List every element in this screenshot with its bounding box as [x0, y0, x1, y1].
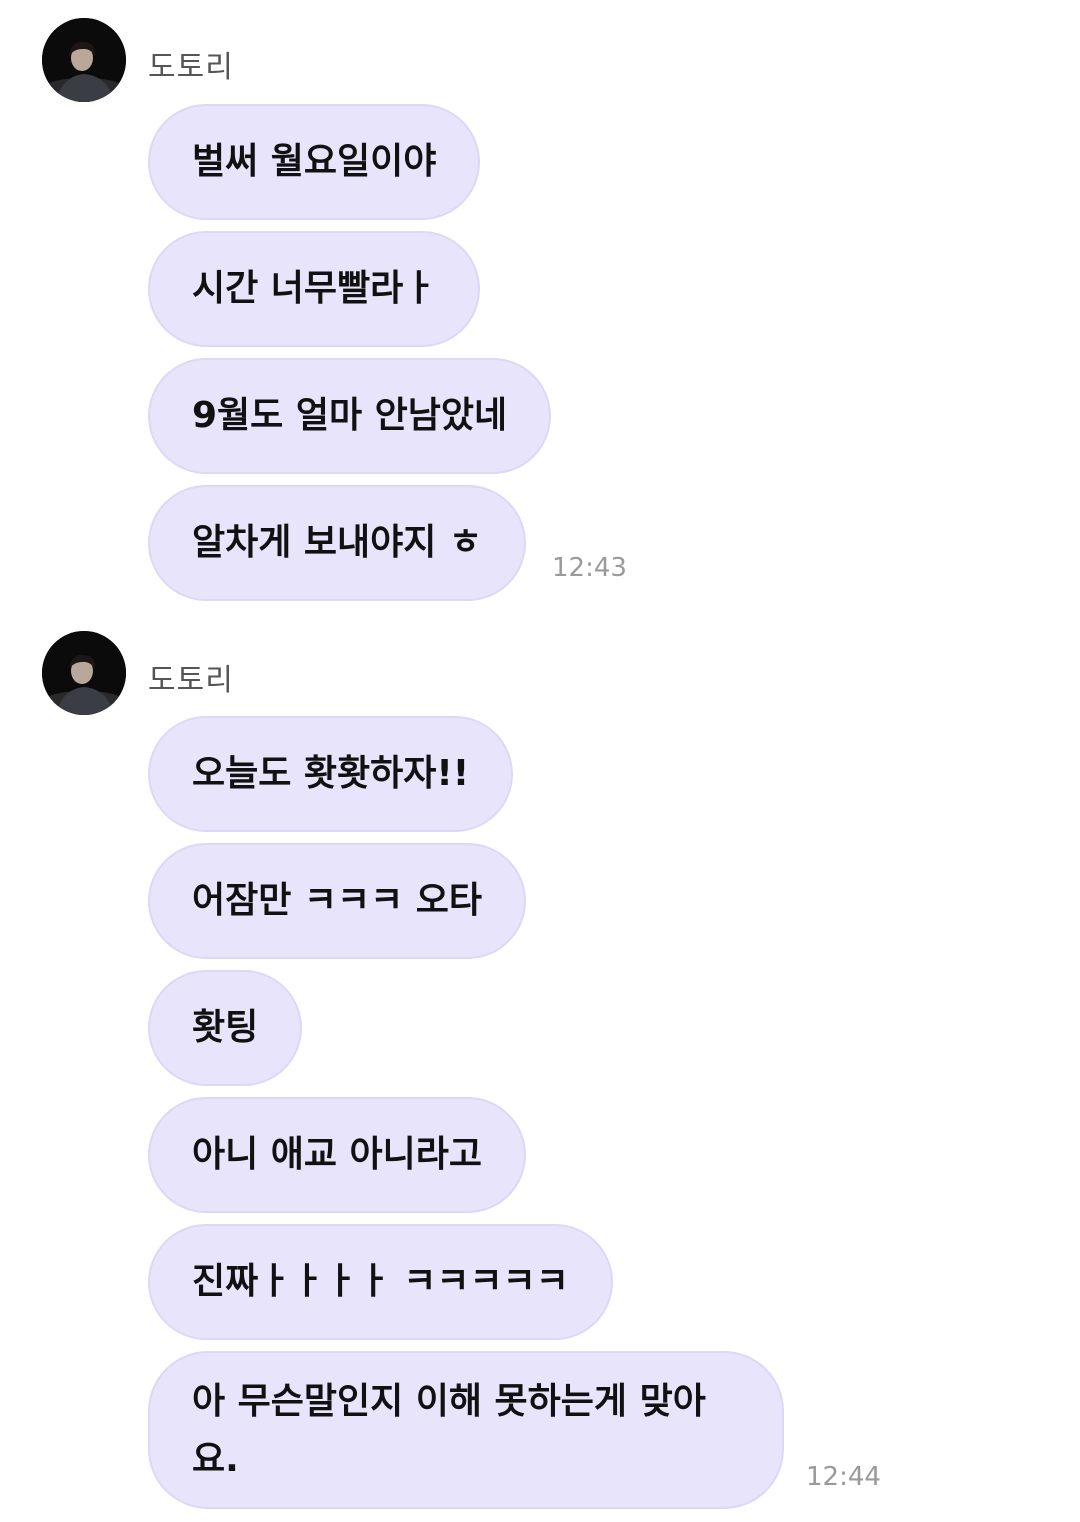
message-bubble[interactable]: 아 무슨말인지 이해 못하는게 맞아요. [148, 1351, 784, 1509]
message-timestamp: 12:43 [552, 553, 627, 583]
sender-name: 도토리 [148, 50, 234, 85]
message-bubble[interactable]: 시간 너무빨라ㅏ [148, 231, 481, 347]
message-bubble[interactable]: 벌써 월요일이야 [148, 104, 481, 220]
avatar[interactable] [42, 18, 126, 102]
message-bubble[interactable]: 아니 애교 아니라고 [148, 1097, 527, 1213]
message-bubble[interactable]: 어잠만 ㅋㅋㅋ 오타 [148, 843, 527, 959]
message-bubble[interactable]: 9월도 얼마 안남았네 [148, 358, 552, 474]
message-bubble[interactable]: 알차게 보내야지 ㅎ [148, 485, 527, 601]
person-avatar-icon [42, 18, 126, 102]
message-bubble[interactable]: 홧팅 [148, 970, 303, 1086]
person-avatar-icon [42, 631, 126, 715]
message-bubble[interactable]: 오늘도 홧홧하자!! [148, 716, 514, 832]
message-bubble[interactable]: 진짜ㅏㅏㅏㅏ ㅋㅋㅋㅋㅋ [148, 1224, 613, 1340]
message-timestamp: 12:44 [806, 1462, 881, 1492]
sender-name: 도토리 [148, 663, 234, 698]
avatar[interactable] [42, 631, 126, 715]
